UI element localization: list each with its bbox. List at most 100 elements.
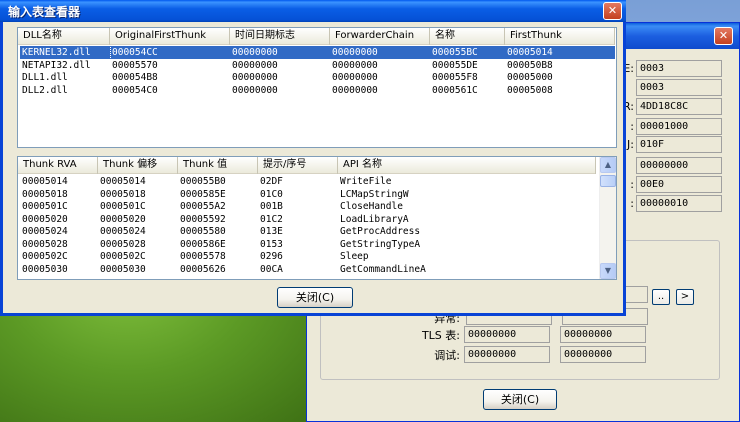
thunk-table-row[interactable]: 00005024 00005024 00005580 013E GetProcAddre… bbox=[20, 225, 596, 238]
dll-cell: 000050B8 bbox=[507, 59, 553, 71]
dll-column-header[interactable]: 时间日期标志 bbox=[230, 28, 330, 45]
dll-table-row[interactable]: DLL2.dll 000054C0 00000000 00000000 0000561C… bbox=[20, 84, 615, 97]
thunk-cell: 0000585E bbox=[180, 188, 226, 200]
pe-field-3[interactable]: 00001000 bbox=[636, 118, 722, 135]
thunk-column-header[interactable]: Thunk RVA bbox=[18, 157, 98, 174]
pe-field-4[interactable]: 010F bbox=[636, 136, 722, 153]
thunk-cell: Sleep bbox=[340, 251, 369, 262]
dll-cell: 00000000 bbox=[332, 84, 378, 96]
thunk-list-header: Thunk RVA Thunk 偏移 Thunk 值提示/序号 API 名称 bbox=[18, 157, 596, 174]
thunk-list[interactable]: Thunk RVA Thunk 偏移 Thunk 值提示/序号 API 名称 0000… bbox=[17, 156, 617, 280]
thunk-cell: 00005014 bbox=[100, 176, 146, 187]
dir-next-button[interactable]: > bbox=[676, 289, 694, 305]
pe-field-6[interactable]: 00E0 bbox=[636, 176, 722, 193]
debug-size-field[interactable]: 00000000 bbox=[560, 346, 646, 363]
dll-cell: 000055F8 bbox=[432, 72, 478, 83]
dll-column-header[interactable]: OriginalFirstThunk bbox=[110, 28, 230, 45]
thunk-cell: 02DF bbox=[260, 176, 283, 187]
thunk-column-header[interactable]: API 名称 bbox=[338, 157, 596, 174]
pe-editor-close-button[interactable]: 关闭(C) bbox=[483, 389, 557, 410]
scroll-down-icon[interactable]: ▼ bbox=[600, 263, 616, 279]
dll-cell: 00005000 bbox=[507, 72, 553, 83]
scroll-thumb[interactable] bbox=[600, 175, 616, 187]
dll-column-header[interactable]: FirstThunk bbox=[505, 28, 615, 45]
thunk-cell: 00005020 bbox=[100, 213, 146, 225]
dll-list-header: DLL名称 OriginalFirstThunk 时间日期标志 ForwarderCh… bbox=[18, 28, 615, 45]
scroll-up-icon[interactable]: ▲ bbox=[600, 157, 616, 173]
thunk-cell: 01C0 bbox=[260, 188, 283, 200]
thunk-cell: 0000502C bbox=[22, 251, 68, 262]
thunk-cell: 0000501C bbox=[22, 201, 68, 212]
thunk-cell: 01C2 bbox=[260, 213, 283, 225]
thunk-column-header[interactable]: 提示/序号 bbox=[258, 157, 338, 174]
thunk-column-header[interactable]: Thunk 值 bbox=[178, 157, 258, 174]
dll-cell: 000054C0 bbox=[112, 84, 158, 96]
dll-column-header[interactable]: DLL名称 bbox=[18, 28, 110, 45]
dll-cell: DLL2.dll bbox=[22, 84, 68, 96]
debug-label: 调试: bbox=[434, 349, 460, 362]
tls-label: TLS 表: bbox=[421, 329, 460, 342]
thunk-cell: 00005592 bbox=[180, 213, 226, 225]
thunk-cell: LoadLibraryA bbox=[340, 213, 409, 225]
pe-field-7[interactable]: 00000010 bbox=[636, 195, 722, 212]
dll-cell: 00000000 bbox=[232, 84, 278, 96]
import-viewer-close-button[interactable]: 关闭(C) bbox=[277, 287, 353, 308]
thunk-cell: 0000502C bbox=[100, 251, 146, 262]
pe-field-0[interactable]: 0003 bbox=[636, 60, 722, 77]
thunk-table-row[interactable]: 00005030 00005030 00005626 00CA GetCommandLi… bbox=[20, 263, 596, 276]
thunk-table-row[interactable]: 00005020 00005020 00005592 01C2 LoadLibraryA bbox=[20, 213, 596, 226]
pe-editor-close-icon[interactable]: ✕ bbox=[714, 27, 733, 45]
thunk-cell: 00005626 bbox=[180, 263, 226, 275]
dll-column-header[interactable]: ForwarderChain bbox=[330, 28, 430, 45]
tls-rva-field[interactable]: 00000000 bbox=[464, 326, 550, 343]
dll-cell: 000054CC bbox=[112, 47, 158, 58]
dll-table-row[interactable]: DLL1.dll 000054B8 00000000 00000000 000055F8… bbox=[20, 71, 615, 84]
thunk-table-row[interactable]: 0000502C 0000502C 00005578 0296 Sleep bbox=[20, 250, 596, 263]
import-viewer-titlebar: 输入表查看器 ✕ bbox=[0, 0, 626, 22]
thunk-cell: 00005020 bbox=[22, 213, 68, 225]
thunk-cell: 00005024 bbox=[22, 226, 68, 237]
thunk-cell: CloseHandle bbox=[340, 201, 403, 212]
dll-cell: 00000000 bbox=[332, 72, 378, 83]
dll-cell: 00000000 bbox=[332, 47, 378, 58]
thunk-cell: 00005580 bbox=[180, 226, 226, 237]
thunk-table-row[interactable]: 0000501C 0000501C 000055A2 001B CloseHandle bbox=[20, 200, 596, 213]
thunk-cell: 00CA bbox=[260, 263, 283, 275]
thunk-cell: 0153 bbox=[260, 238, 283, 250]
window-title: 输入表查看器 bbox=[8, 5, 81, 19]
dir-browse-button[interactable]: .. bbox=[652, 289, 670, 305]
dll-cell: DLL1.dll bbox=[22, 72, 68, 83]
thunk-column-header[interactable]: Thunk 偏移 bbox=[98, 157, 178, 174]
thunk-list-scrollbar[interactable]: ▲ ▼ bbox=[599, 157, 616, 279]
pe-field-2[interactable]: 4DD18C8C bbox=[636, 98, 722, 115]
dll-column-header[interactable]: 名称 bbox=[430, 28, 505, 45]
import-viewer-window: 输入表查看器 ✕ DLL名称 OriginalFirstThunk 时间日期标志 Fo… bbox=[0, 0, 626, 316]
pe-field-1[interactable]: 0003 bbox=[636, 79, 722, 96]
dll-cell: 00005008 bbox=[507, 84, 553, 96]
dll-cell: NETAPI32.dll bbox=[22, 59, 91, 71]
thunk-cell: 00005018 bbox=[100, 188, 146, 200]
thunk-cell: 000055A2 bbox=[180, 201, 226, 212]
pe-field-5[interactable]: 00000000 bbox=[636, 157, 722, 174]
dll-list[interactable]: DLL名称 OriginalFirstThunk 时间日期标志 ForwarderCh… bbox=[17, 27, 617, 148]
thunk-cell: GetCommandLineA bbox=[340, 263, 426, 275]
thunk-table-row[interactable]: 00005018 00005018 0000585E 01C0 LCMapStringW bbox=[20, 188, 596, 201]
thunk-cell: 0000501C bbox=[100, 201, 146, 212]
dll-cell: 00005570 bbox=[112, 59, 158, 71]
dll-table-row[interactable]: NETAPI32.dll 00005570 00000000 00000000 0000… bbox=[20, 59, 615, 72]
dll-cell: 000054B8 bbox=[112, 72, 158, 83]
thunk-cell: GetStringTypeA bbox=[340, 238, 421, 250]
thunk-table-row[interactable]: 00005028 00005028 0000586E 0153 GetStringTyp… bbox=[20, 238, 596, 251]
dll-cell: 00000000 bbox=[232, 72, 278, 83]
thunk-cell: 00005028 bbox=[100, 238, 146, 250]
close-icon[interactable]: ✕ bbox=[603, 2, 622, 20]
dll-cell: 00000000 bbox=[232, 47, 278, 58]
thunk-table-row[interactable]: 00005014 00005014 000055B0 02DF WriteFile bbox=[20, 175, 596, 188]
tls-size-field[interactable]: 00000000 bbox=[560, 326, 646, 343]
debug-rva-field[interactable]: 00000000 bbox=[464, 346, 550, 363]
dll-table-row[interactable]: KERNEL32.dll 000054CC 00000000 00000000 0000… bbox=[19, 45, 615, 60]
dll-cell: KERNEL32.dll bbox=[19, 45, 111, 60]
thunk-cell: 00005030 bbox=[100, 263, 146, 275]
thunk-cell: 000055B0 bbox=[180, 176, 226, 187]
thunk-cell: 00005024 bbox=[100, 226, 146, 237]
